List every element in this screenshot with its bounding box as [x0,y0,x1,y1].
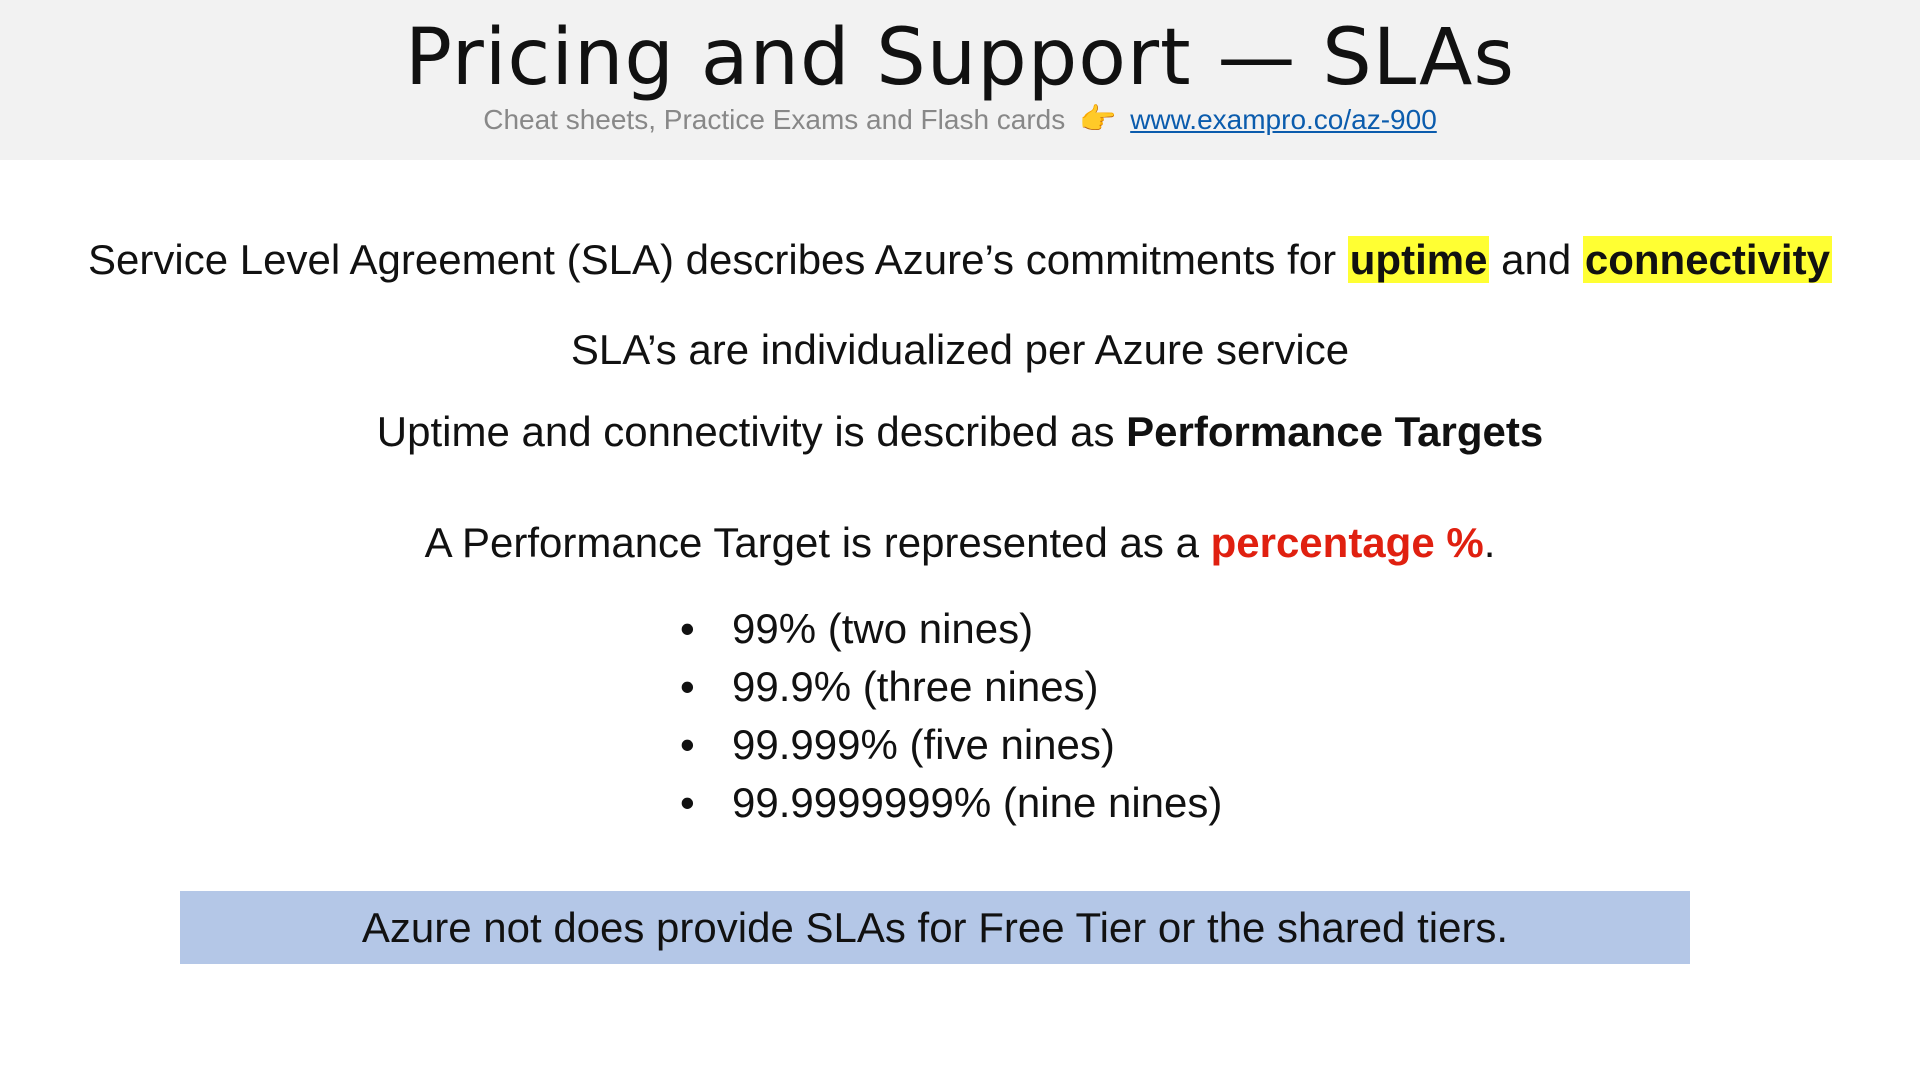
percentage-line: A Performance Target is represented as a… [0,513,1920,573]
performance-targets-bold: Performance Targets [1126,408,1544,455]
slide: Pricing and Support — SLAs Cheat sheets,… [0,0,1920,1080]
list-item-text: 99.9999999% (nine nines) [732,779,1223,826]
list-item-text: 99% (two nines) [732,605,1034,652]
sla-individualized-line: SLA’s are individualized per Azure servi… [570,326,1350,373]
uptime-highlight: uptime [1347,236,1490,283]
percentage-emphasis: percentage % [1210,519,1484,566]
exampro-link[interactable]: www.exampro.co/az-900 [1130,104,1437,135]
bullet-icon: • [680,721,695,768]
performance-targets-line: Uptime and connectivity is described as … [0,402,1920,462]
percentage-prefix: A Performance Target is represented as a [424,519,1211,566]
sla-definition-prefix: Service Level Agreement (SLA) describes … [88,236,1348,283]
bullet-icon: • [680,779,695,826]
list-item-text: 99.9% (three nines) [732,663,1099,710]
sla-definition-line: Service Level Agreement (SLA) describes … [0,230,1920,290]
sla-definition-middle: and [1489,236,1583,283]
list-item: • 99% (two nines) [680,600,1222,658]
performance-targets-prefix: Uptime and connectivity is described as [376,408,1127,455]
subtitle-text: Cheat sheets, Practice Exams and Flash c… [483,104,1066,135]
list-item-text: 99.999% (five nines) [732,721,1115,768]
list-item: • 99.9999999% (nine nines) [680,774,1222,832]
nines-list: • 99% (two nines) • 99.9% (three nines) • 9… [680,600,1222,832]
bullet-icon: • [680,605,695,652]
pointing-hand-icon: 👉 [1079,103,1117,136]
free-tier-note: Azure not does provide SLAs for Free Tie… [180,891,1690,964]
slide-title: Pricing and Support — SLAs [405,13,1515,103]
percentage-suffix: . [1483,519,1496,566]
list-item: • 99.999% (five nines) [680,716,1222,774]
slide-subtitle: Cheat sheets, Practice Exams and Flash c… [0,100,1920,140]
bullet-icon: • [680,663,695,710]
connectivity-highlight: connectivity [1582,236,1832,283]
list-item: • 99.9% (three nines) [680,658,1222,716]
slide-header: Pricing and Support — SLAs Cheat sheets,… [0,0,1920,160]
